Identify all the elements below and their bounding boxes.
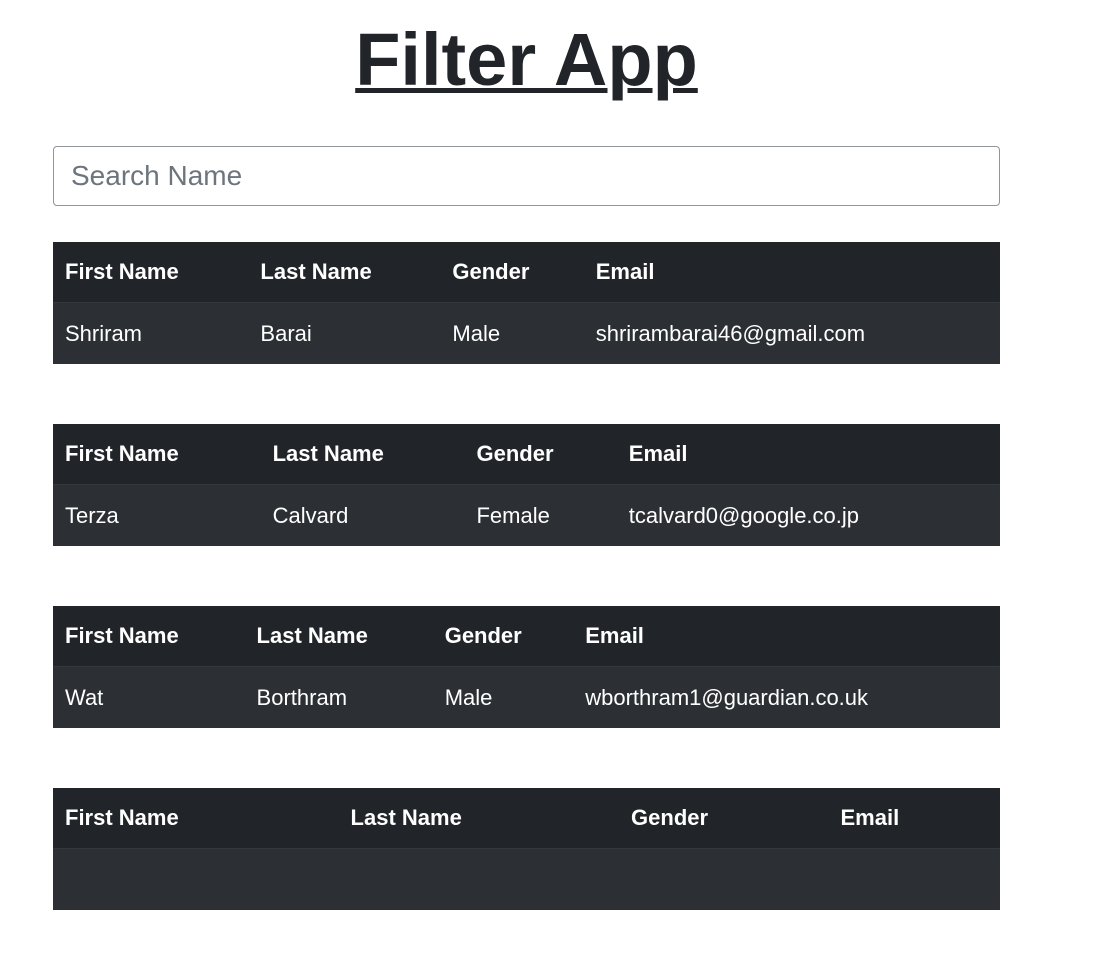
email-cell: wborthram1@guardian.co.uk	[573, 666, 1000, 728]
column-header-first-name: First Name	[53, 606, 245, 667]
column-header-last-name: Last Name	[244, 606, 433, 667]
column-header-first-name: First Name	[53, 788, 339, 849]
column-header-email: Email	[573, 606, 1000, 667]
column-header-gender: Gender	[464, 424, 617, 485]
column-header-gender: Gender	[432, 606, 574, 667]
search-input[interactable]	[53, 146, 1000, 206]
gender-cell: Male	[432, 666, 574, 728]
column-header-last-name: Last Name	[338, 788, 620, 849]
person-table: First Name Last Name Gender Email Wat Bo…	[53, 606, 1000, 728]
first-name-cell: Shriram	[53, 302, 249, 364]
email-cell	[828, 848, 1000, 910]
column-header-last-name: Last Name	[260, 424, 465, 485]
table-header-row: First Name Last Name Gender Email	[53, 424, 1000, 485]
column-header-last-name: Last Name	[248, 242, 441, 303]
person-table: First Name Last Name Gender Email Terza …	[53, 424, 1000, 546]
column-header-email: Email	[583, 242, 1000, 303]
table-header-row: First Name Last Name Gender Email	[53, 606, 1000, 667]
gender-cell: Male	[440, 302, 584, 364]
table-row: Wat Borthram Male wborthram1@guardian.co…	[53, 666, 1000, 728]
table-header-row: First Name Last Name Gender Email	[53, 788, 1000, 849]
column-header-first-name: First Name	[53, 242, 249, 303]
page-title: Filter App	[355, 18, 698, 101]
table-row: Terza Calvard Female tcalvard0@google.co…	[53, 484, 1000, 546]
column-header-gender: Gender	[619, 788, 829, 849]
column-header-email: Email	[616, 424, 1000, 485]
person-table: First Name Last Name Gender Email Shrira…	[53, 242, 1000, 364]
email-cell: shrirambarai46@gmail.com	[583, 302, 1000, 364]
gender-cell	[619, 848, 829, 910]
column-header-first-name: First Name	[53, 424, 261, 485]
last-name-cell: Calvard	[260, 484, 465, 546]
table-row: Shriram Barai Male shrirambarai46@gmail.…	[53, 302, 1000, 364]
first-name-cell: Terza	[53, 484, 261, 546]
table-header-row: First Name Last Name Gender Email	[53, 242, 1000, 303]
column-header-email: Email	[828, 788, 1000, 849]
first-name-cell: Wat	[53, 666, 245, 728]
results-list: First Name Last Name Gender Email Shrira…	[53, 242, 1000, 970]
table-row	[53, 848, 1000, 910]
last-name-cell: Barai	[248, 302, 441, 364]
first-name-cell	[53, 848, 339, 910]
email-cell: tcalvard0@google.co.jp	[616, 484, 1000, 546]
column-header-gender: Gender	[440, 242, 584, 303]
last-name-cell	[338, 848, 620, 910]
person-table: First Name Last Name Gender Email	[53, 788, 1000, 910]
gender-cell: Female	[464, 484, 617, 546]
last-name-cell: Borthram	[244, 666, 433, 728]
